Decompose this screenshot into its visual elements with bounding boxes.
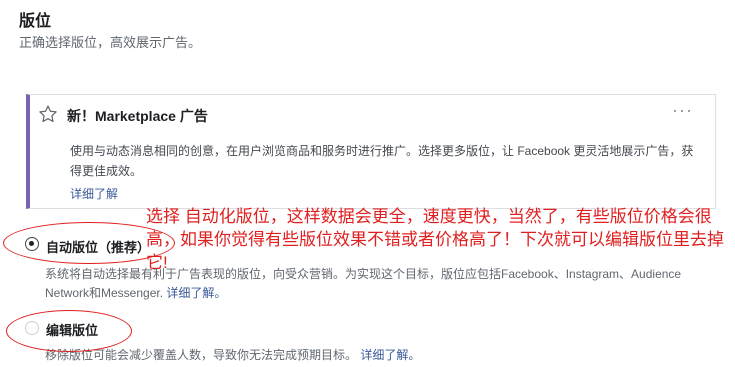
annotation-note: 选择 自动化版位，这样数据会更全，速度更快，当然了，有些版位价格会很高，如果你觉… (146, 207, 724, 272)
more-options-icon[interactable]: ··· (672, 100, 693, 121)
section-subtitle: 正确选择版位，高效展示广告。 (19, 35, 202, 50)
annotation-circle-edit (6, 310, 132, 352)
section-title: 版位 (19, 13, 52, 30)
edit-placements-description: 移除版位可能会减少覆盖人数，导致你无法完成预期目标。 详细了解。 (45, 346, 715, 365)
card-learn-more-link[interactable]: 详细了解 (70, 185, 118, 202)
star-outline-icon (39, 105, 57, 123)
card-title: 新！Marketplace 广告 (67, 108, 208, 124)
edit-placements-learn-more-link[interactable]: 详细了解。 (360, 348, 420, 362)
automatic-placements-learn-more-link[interactable]: 详细了解。 (166, 286, 226, 300)
card-description: 使用与动态消息相同的创意，在用户浏览商品和服务时进行推广。选择更多版位，让 Fa… (70, 144, 694, 178)
